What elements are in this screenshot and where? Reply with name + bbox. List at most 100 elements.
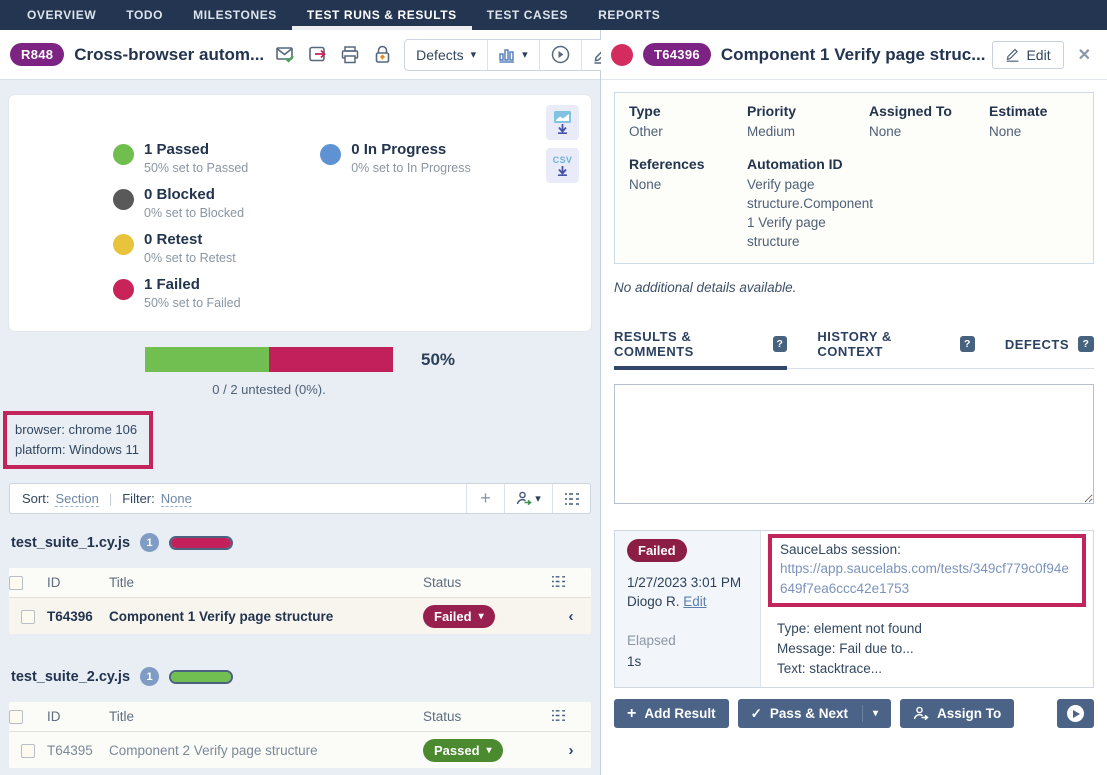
- status-dropdown-passed[interactable]: Passed▾: [423, 739, 503, 762]
- run-id-badge: R848: [10, 43, 64, 66]
- suite-1-name: test_suite_1.cy.js: [11, 535, 130, 551]
- plus-icon: +: [627, 705, 636, 723]
- nav-todo[interactable]: TODO: [111, 0, 178, 30]
- tab-defects[interactable]: DEFECTS ?: [1005, 329, 1094, 368]
- sort-value-link[interactable]: Section: [55, 491, 98, 507]
- col-id[interactable]: ID: [47, 568, 109, 597]
- download-chart-image-button[interactable]: [546, 105, 579, 140]
- email-report-icon[interactable]: [276, 45, 296, 65]
- test-details-box: Type Other Priority Medium Assigned To N…: [614, 92, 1094, 264]
- result-meta: Failed 1/27/2023 3:01 PM Diogo R. Edit E…: [615, 531, 761, 687]
- col-title[interactable]: Title: [109, 702, 423, 731]
- nav-milestones[interactable]: MILESTONES: [178, 0, 292, 30]
- field-automation-id: Automation ID Verify page structure.Comp…: [747, 156, 869, 252]
- collapse-detail-chevron[interactable]: ‹: [569, 608, 574, 625]
- run-test-button[interactable]: [1057, 699, 1094, 728]
- export-icon[interactable]: [308, 45, 328, 65]
- add-result-button[interactable]: + Add Result: [614, 699, 729, 728]
- help-icon[interactable]: ?: [773, 336, 788, 352]
- suite-1-progress: [169, 536, 233, 550]
- test-title[interactable]: Component 1 Verify page structure: [109, 597, 423, 634]
- session-label: SauceLabs session:: [780, 542, 1074, 557]
- bar-chart-icon: [499, 47, 515, 63]
- nav-test-runs-results[interactable]: TEST RUNS & RESULTS: [292, 0, 472, 30]
- test-id-badge: T64396: [643, 43, 711, 66]
- test-row-t64396[interactable]: T64396 Component 1 Verify page structure…: [9, 597, 591, 634]
- test-row-t64395[interactable]: T64395 Component 2 Verify page structure…: [9, 731, 591, 768]
- col-status[interactable]: Status: [423, 568, 551, 597]
- help-icon[interactable]: ?: [1078, 336, 1094, 352]
- no-details-text: No additional details available.: [614, 280, 1094, 295]
- run-toolbar: Defects ▾ ▾: [404, 39, 622, 71]
- col-status[interactable]: Status: [423, 702, 551, 731]
- assign-to-button[interactable]: Assign To: [900, 699, 1014, 728]
- progress-percent: 50%: [421, 350, 455, 370]
- suite-2-progress: [169, 670, 233, 684]
- close-icon[interactable]: ✕: [1078, 45, 1091, 65]
- columns-icon: [564, 492, 580, 506]
- tab-results-comments[interactable]: RESULTS & COMMENTS ?: [614, 329, 787, 368]
- legend-failed: 1 Failed50% set to Failed: [113, 276, 248, 310]
- chevron-down-icon[interactable]: ▾: [873, 708, 878, 719]
- columns-icon[interactable]: [551, 709, 566, 722]
- result-status-badge: Failed: [627, 539, 687, 562]
- legend-in-progress: 0 In Progress0% set to In Progress: [320, 141, 471, 175]
- field-references: References None: [629, 156, 747, 252]
- chart-view-dropdown[interactable]: ▾: [488, 40, 540, 70]
- chevron-down-icon: ▾: [522, 48, 528, 61]
- progress-bar: [145, 347, 393, 372]
- add-test-button[interactable]: +: [466, 484, 504, 513]
- run-title: Cross-browser autom...: [74, 45, 264, 65]
- chevron-down-icon: ▾: [471, 48, 477, 61]
- select-all-checkbox[interactable]: [9, 710, 23, 724]
- filter-label: Filter:: [122, 491, 155, 506]
- col-id[interactable]: ID: [47, 702, 109, 731]
- nav-overview[interactable]: OVERVIEW: [12, 0, 111, 30]
- row-checkbox[interactable]: [21, 610, 35, 624]
- rerun-button[interactable]: [540, 40, 582, 70]
- columns-button[interactable]: [552, 484, 590, 513]
- nav-test-cases[interactable]: TEST CASES: [472, 0, 583, 30]
- assign-person-icon: [516, 491, 532, 506]
- passed-dot: [113, 144, 134, 165]
- help-icon[interactable]: ?: [960, 336, 975, 352]
- print-icon[interactable]: [340, 45, 360, 65]
- progress-passed-segment: [145, 347, 269, 372]
- config-platform: platform: Windows 11: [15, 440, 141, 460]
- defects-dropdown[interactable]: Defects ▾: [405, 40, 488, 70]
- play-icon: [1067, 705, 1084, 722]
- result-author: Diogo R. Edit: [627, 594, 748, 609]
- tab-history-context[interactable]: HISTORY & CONTEXT ?: [817, 329, 974, 368]
- lock-icon[interactable]: [372, 45, 392, 65]
- col-title[interactable]: Title: [109, 568, 423, 597]
- pass-and-next-button[interactable]: ✓ Pass & Next ▾: [738, 699, 891, 728]
- plus-icon: +: [480, 488, 491, 509]
- nav-reports[interactable]: REPORTS: [583, 0, 675, 30]
- comment-textarea[interactable]: [614, 384, 1094, 504]
- expand-detail-chevron[interactable]: ›: [569, 742, 574, 759]
- top-nav: OVERVIEW TODO MILESTONES TEST RUNS & RES…: [0, 0, 1107, 30]
- test-title[interactable]: Component 2 Verify page structure: [109, 731, 423, 768]
- row-checkbox[interactable]: [21, 744, 35, 758]
- failed-dot: [113, 279, 134, 300]
- result-datetime: 1/27/2023 3:01 PM: [627, 575, 748, 590]
- progress-row: 50%: [9, 347, 591, 372]
- filter-value-link[interactable]: None: [161, 491, 192, 507]
- columns-icon[interactable]: [551, 575, 566, 588]
- suite-2-name: test_suite_2.cy.js: [11, 669, 130, 685]
- assign-dropdown-button[interactable]: ▾: [504, 484, 552, 513]
- elapsed-value: 1s: [627, 654, 748, 669]
- saucelabs-session-box: SauceLabs session: https://app.saucelabs…: [768, 534, 1086, 606]
- select-all-checkbox[interactable]: [9, 576, 23, 590]
- assign-person-icon: [913, 706, 929, 721]
- test-detail-panel: T64396 Component 1 Verify page struc... …: [601, 30, 1107, 775]
- chevron-down-icon: ▾: [487, 745, 492, 756]
- session-url-link[interactable]: https://app.saucelabs.com/tests/349cf779…: [780, 559, 1074, 598]
- download-csv-button[interactable]: CSV: [546, 148, 579, 183]
- test-header: T64396 Component 1 Verify page struc... …: [601, 30, 1107, 80]
- play-circle-icon: [551, 45, 570, 64]
- edit-result-link[interactable]: Edit: [683, 594, 706, 609]
- status-dropdown-failed[interactable]: Failed▾: [423, 605, 495, 628]
- legend-passed: 1 Passed50% set to Passed: [113, 141, 248, 175]
- edit-test-button[interactable]: Edit: [992, 41, 1063, 69]
